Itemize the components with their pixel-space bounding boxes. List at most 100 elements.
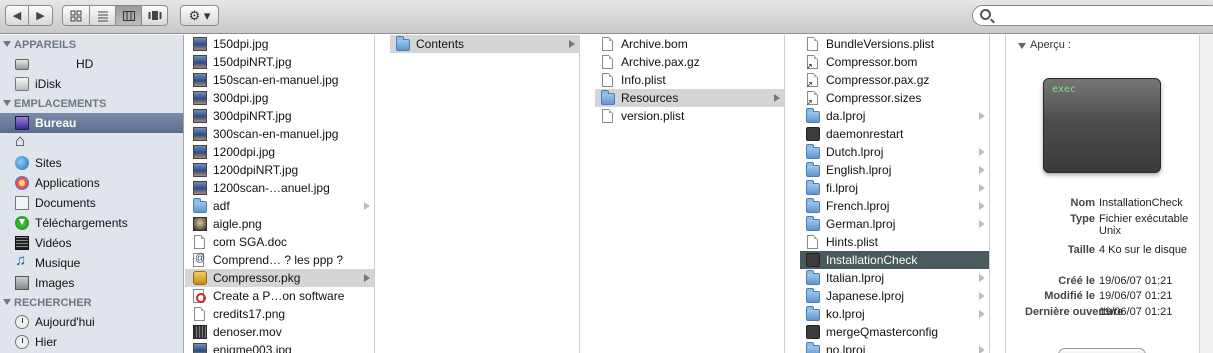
sidebar-item-downloads[interactable]: Téléchargements xyxy=(0,213,183,233)
sidebar-item-label: iDisk xyxy=(35,77,61,91)
file-name: German.lproj xyxy=(826,217,896,231)
file-row[interactable]: aigle.png xyxy=(185,215,374,233)
file-row[interactable]: Compressor.pkg xyxy=(185,269,374,287)
file-row[interactable]: BundleVersions.plist xyxy=(800,35,989,53)
file-row[interactable]: da.lproj xyxy=(800,107,989,125)
toolbar: ◀ ▶ ⚙ ▾ xyxy=(0,0,1213,34)
file-row[interactable]: Dutch.lproj xyxy=(800,143,989,161)
file-row[interactable]: 300scan-en-manuel.jpg xyxy=(185,125,374,143)
file-row[interactable]: Contents xyxy=(390,35,579,53)
file-row[interactable]: fi.lproj xyxy=(800,179,989,197)
file-row[interactable]: Hints.plist xyxy=(800,233,989,251)
file-name: Hints.plist xyxy=(826,235,879,249)
sidebar-item-label: Téléchargements xyxy=(35,216,128,230)
sidebar-section-search[interactable]: RECHERCHER xyxy=(0,293,183,312)
file-row[interactable]: daemonrestart xyxy=(800,125,989,143)
back-button[interactable]: ◀ xyxy=(5,5,29,26)
search-input[interactable] xyxy=(995,8,1205,23)
nav-buttons: ◀ ▶ xyxy=(5,5,53,26)
file-row[interactable]: adf xyxy=(185,197,374,215)
file-row[interactable]: Archive.bom xyxy=(595,35,784,53)
file-name: fi.lproj xyxy=(826,181,859,195)
document-icon xyxy=(602,109,613,123)
file-row[interactable]: German.lproj xyxy=(800,215,989,233)
sidebar-item-documents[interactable]: Documents xyxy=(0,193,183,213)
list-view-button[interactable] xyxy=(90,5,116,26)
sidebar-section-devices[interactable]: APPAREILS xyxy=(0,35,183,54)
file-row[interactable]: 150dpi.jpg xyxy=(185,35,374,53)
file-row[interactable]: Comprend… ? les ppp ? xyxy=(185,251,374,269)
file-row[interactable]: enigme003.jpg xyxy=(185,341,374,353)
file-row[interactable]: 1200dpiNRT.jpg xyxy=(185,161,374,179)
sidebar-item-applications[interactable]: Applications xyxy=(0,173,183,193)
coverflow-view-button[interactable] xyxy=(142,5,168,26)
meta-value: Fichier exécutable Unix xyxy=(1099,213,1189,237)
disclosure-arrow-icon xyxy=(979,346,985,353)
file-name: enigme003.jpg xyxy=(213,343,292,353)
vertical-scrollbar[interactable] xyxy=(1199,35,1213,353)
file-name: English.lproj xyxy=(826,163,892,177)
file-row[interactable]: 300dpi.jpg xyxy=(185,89,374,107)
disclosure-arrow-icon xyxy=(979,220,985,228)
sidebar-item-idisk[interactable]: iDisk xyxy=(0,74,183,94)
file-row[interactable]: no.lproj xyxy=(800,341,989,353)
file-row[interactable]: Italian.lproj xyxy=(800,269,989,287)
forward-button[interactable]: ▶ xyxy=(29,5,53,26)
file-row[interactable]: 1200dpi.jpg xyxy=(185,143,374,161)
sidebar-item-videos[interactable]: Vidéos xyxy=(0,233,183,253)
sidebar-item-music[interactable]: Musique xyxy=(0,252,183,273)
more-info-button[interactable] xyxy=(1058,348,1146,353)
disclosure-arrow-icon xyxy=(569,40,575,48)
file-name: Italian.lproj xyxy=(826,271,885,285)
file-name: Info.plist xyxy=(621,73,666,87)
file-row[interactable]: 150dpiNRT.jpg xyxy=(185,53,374,71)
file-name: 150dpiNRT.jpg xyxy=(213,55,292,69)
file-row[interactable]: Create a P…on software xyxy=(185,287,374,305)
file-row[interactable]: 1200scan-…anuel.jpg xyxy=(185,179,374,197)
file-row[interactable]: Compressor.pax.gz xyxy=(800,71,989,89)
file-name: 300scan-en-manuel.jpg xyxy=(213,127,339,141)
file-row[interactable]: version.plist xyxy=(595,107,784,125)
document-icon xyxy=(602,37,613,51)
column-view-button[interactable] xyxy=(116,5,142,26)
search-field[interactable] xyxy=(972,5,1213,26)
file-row[interactable]: denoser.mov xyxy=(185,323,374,341)
file-row[interactable]: 300dpiNRT.jpg xyxy=(185,107,374,125)
file-name: Resources xyxy=(621,91,679,105)
sidebar-item-label: HD xyxy=(76,57,94,71)
sidebar-item-images[interactable]: Images xyxy=(0,273,183,293)
file-row[interactable]: Compressor.bom xyxy=(800,53,989,71)
preview-heading[interactable]: Aperçu : xyxy=(1018,39,1071,51)
sidebar-item-sites[interactable]: Sites xyxy=(0,153,183,173)
sidebar-section-places[interactable]: EMPLACEMENTS xyxy=(0,94,183,113)
file-row[interactable]: InstallationCheck xyxy=(800,251,989,269)
document-icon xyxy=(602,73,613,87)
file-row[interactable]: com SGA.doc xyxy=(185,233,374,251)
file-row[interactable]: 150scan-en-manuel.jpg xyxy=(185,71,374,89)
file-name: Compressor.pkg xyxy=(213,271,301,285)
file-row[interactable]: Resources xyxy=(595,89,784,107)
meta-key: Nom xyxy=(1070,197,1095,209)
file-name: BundleVersions.plist xyxy=(826,37,935,51)
disclosure-arrow-icon xyxy=(979,274,985,282)
file-row[interactable]: Japanese.lproj xyxy=(800,287,989,305)
sidebar-item-today[interactable]: Aujourd'hui xyxy=(0,312,183,332)
file-row[interactable]: ko.lproj xyxy=(800,305,989,323)
file-row[interactable]: Compressor.sizes xyxy=(800,89,989,107)
file-row[interactable]: Archive.pax.gz xyxy=(595,53,784,71)
image-file-icon xyxy=(193,217,207,231)
sidebar-item-yesterday[interactable]: Hier xyxy=(0,332,183,352)
file-row[interactable]: English.lproj xyxy=(800,161,989,179)
hard-drive-icon xyxy=(15,58,29,70)
file-row[interactable]: mergeQmasterconfig xyxy=(800,323,989,341)
sidebar-item-label: Aujourd'hui xyxy=(35,315,95,329)
action-menu-button[interactable]: ⚙ ▾ xyxy=(180,5,219,26)
meta-value: 19/06/07 01:21 xyxy=(1099,290,1173,302)
sidebar-item-bureau[interactable]: Bureau xyxy=(0,113,183,133)
file-row[interactable]: credits17.png xyxy=(185,305,374,323)
file-row[interactable]: Info.plist xyxy=(595,71,784,89)
sidebar-item-hd[interactable]: HD xyxy=(0,54,183,74)
file-row[interactable]: French.lproj xyxy=(800,197,989,215)
sidebar-item-home[interactable] xyxy=(0,131,183,153)
icon-view-button[interactable] xyxy=(62,5,90,26)
